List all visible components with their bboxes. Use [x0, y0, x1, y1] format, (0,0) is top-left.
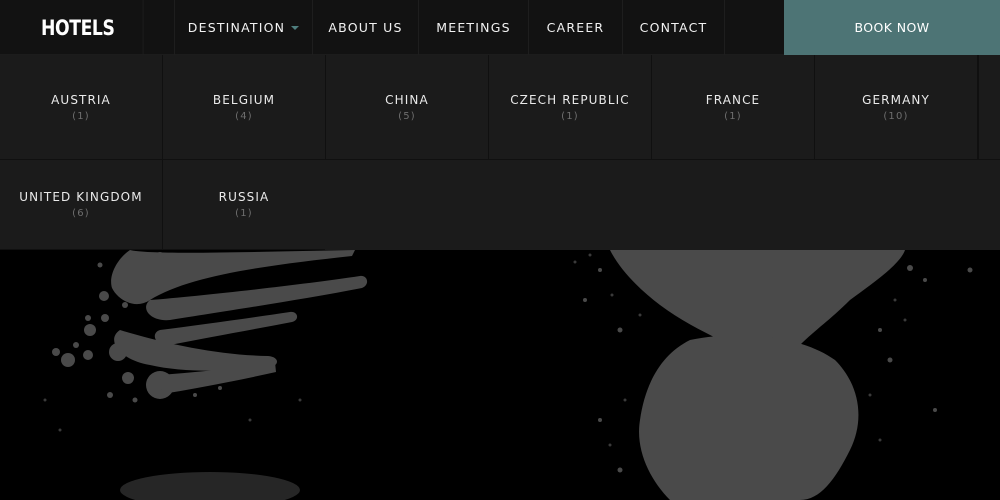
- destination-count: (1): [235, 208, 253, 219]
- destination-item-china[interactable]: CHINA (5): [326, 55, 489, 160]
- nav-destination[interactable]: DESTINATION: [175, 0, 313, 55]
- nav-destination-label: DESTINATION: [187, 20, 286, 35]
- destination-count: (5): [398, 110, 416, 122]
- destination-count: (4): [235, 110, 253, 122]
- destination-overflow-cell: [978, 55, 1000, 160]
- nav-meetings-label: MEETINGS: [436, 20, 511, 35]
- destination-item-czech-republic[interactable]: CZECH REPUBLIC (1): [489, 55, 652, 160]
- destination-name: BELGIUM: [212, 92, 276, 107]
- nav-about-us-label: ABOUT US: [328, 20, 403, 35]
- nav-contact[interactable]: CONTACT: [623, 0, 725, 55]
- chevron-down-icon: [291, 25, 300, 30]
- top-navigation: HOTELS DESTINATION ABOUT US MEETINGS CAR…: [0, 0, 1000, 55]
- nav-career-label: CAREER: [546, 20, 605, 35]
- destination-name: CZECH REPUBLIC: [510, 92, 630, 107]
- book-now-button[interactable]: BOOK NOW: [784, 0, 1000, 55]
- destination-count: (1): [724, 110, 742, 122]
- logo-container[interactable]: HOTELS: [0, 0, 175, 55]
- nav-meetings[interactable]: MEETINGS: [419, 0, 529, 55]
- destination-item-united-kingdom[interactable]: UNITED KINGDOM (6): [0, 160, 163, 250]
- site-logo[interactable]: HOTELS: [0, 0, 144, 55]
- nav-career[interactable]: CAREER: [529, 0, 623, 55]
- nav-contact-label: CONTACT: [639, 20, 708, 35]
- destination-item-germany[interactable]: GERMANY (10): [815, 55, 978, 160]
- destination-dropdown: AUSTRIA (1) BELGIUM (4) CHINA (5) CZECH …: [0, 55, 1000, 250]
- destination-count: (1): [72, 110, 90, 122]
- destination-count: (10): [883, 110, 909, 122]
- destination-count: (6): [72, 208, 90, 219]
- destination-count: (1): [561, 110, 579, 122]
- destination-name: FRANCE: [705, 92, 761, 107]
- destination-name: UNITED KINGDOM: [19, 190, 143, 204]
- nav-about-us[interactable]: ABOUT US: [313, 0, 419, 55]
- destination-name: AUSTRIA: [51, 92, 111, 107]
- destination-name: CHINA: [385, 92, 429, 107]
- destination-item-belgium[interactable]: BELGIUM (4): [163, 55, 326, 160]
- destination-name: GERMANY: [862, 92, 930, 107]
- destination-item-austria[interactable]: AUSTRIA (1): [0, 55, 163, 160]
- destination-name: RUSSIA: [218, 190, 270, 204]
- destination-item-russia[interactable]: RUSSIA (1): [163, 160, 326, 250]
- dropdown-empty-area: [325, 160, 1000, 250]
- destination-item-france[interactable]: FRANCE (1): [652, 55, 815, 160]
